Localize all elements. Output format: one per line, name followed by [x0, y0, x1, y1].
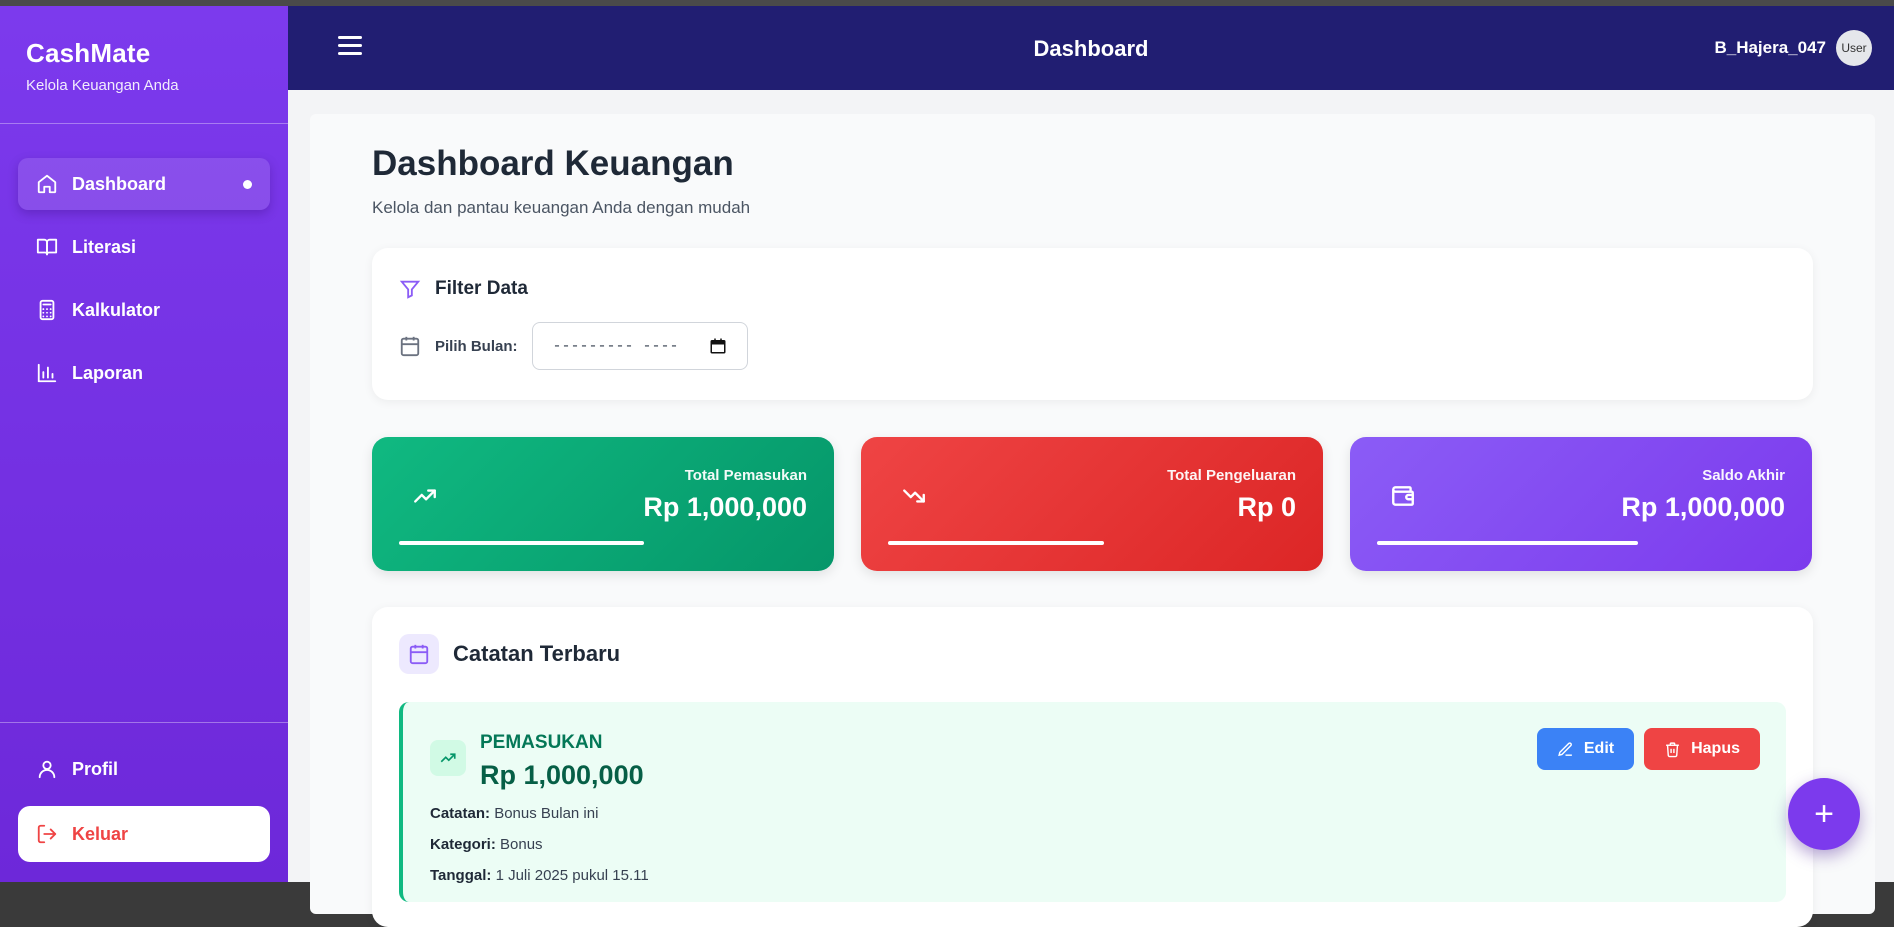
- stat-progress-bar: [399, 541, 644, 545]
- main-area: Dashboard B_Hajera_047 User Dashboard Ke…: [288, 6, 1894, 927]
- filter-icon: [399, 280, 421, 299]
- sidebar-item-label: Profil: [72, 758, 119, 779]
- record-category: Bonus: [500, 836, 543, 853]
- dashboard-content: Dashboard Keuangan Kelola dan pantau keu…: [310, 114, 1875, 927]
- record-item: PEMASUKAN Rp 1,000,000 Catatan: Bonus Bu…: [399, 702, 1786, 902]
- sidebar-item-label: Literasi: [72, 236, 137, 257]
- sidebar-item-literasi[interactable]: Literasi: [18, 221, 270, 273]
- user-menu[interactable]: B_Hajera_047 User: [1714, 30, 1872, 66]
- page-title: Dashboard Keuangan: [372, 144, 734, 183]
- stat-label: Saldo Akhir: [1702, 467, 1785, 484]
- filter-header: Filter Data: [399, 278, 1786, 300]
- trending-down-icon: [901, 483, 927, 509]
- trash-icon: [1666, 741, 1679, 757]
- calendar-icon: [400, 336, 420, 357]
- sidebar-item-laporan[interactable]: Laporan: [18, 347, 270, 399]
- sidebar-bottom: Profil Keluar: [0, 722, 288, 882]
- stat-label: Total Pemasukan: [684, 467, 807, 484]
- record-type: PEMASUKAN: [480, 732, 603, 753]
- sidebar-item-profil[interactable]: Profil: [18, 743, 270, 795]
- records-header: Catatan Terbaru: [399, 634, 1786, 674]
- add-record-button[interactable]: +: [1788, 778, 1860, 850]
- month-label: Pilih Bulan:: [435, 337, 518, 355]
- trending-up-icon: [430, 740, 466, 776]
- record-actions: Edit Hapus: [1536, 728, 1760, 770]
- stat-progress-bar: [1377, 541, 1638, 545]
- book-icon: [36, 238, 58, 256]
- record-category-label: Kategori:: [430, 836, 496, 853]
- sidebar-item-kalkulator[interactable]: Kalkulator: [18, 284, 270, 336]
- brand: CashMate Kelola Keuangan Anda: [0, 6, 288, 124]
- filter-title: Filter Data: [435, 278, 528, 299]
- app-root: CashMate Kelola Keuangan Anda Dashboard …: [0, 6, 1894, 927]
- top-header: Dashboard B_Hajera_047 User: [288, 6, 1894, 90]
- calendar-icon: [399, 634, 439, 674]
- wallet-icon: [1390, 483, 1416, 509]
- avatar[interactable]: User: [1836, 30, 1872, 66]
- stat-card-expense: Total Pengeluaran Rp 0: [861, 437, 1323, 571]
- sidebar-item-label: Dashboard: [72, 173, 167, 194]
- calculator-icon: [39, 299, 55, 321]
- month-picker-input[interactable]: --------- ----: [531, 322, 748, 370]
- stat-label: Total Pengeluaran: [1167, 467, 1296, 484]
- stat-progress-bar: [888, 541, 1104, 545]
- sidebar-item-dashboard[interactable]: Dashboard: [18, 158, 270, 210]
- header-title: Dashboard: [1033, 36, 1149, 61]
- edit-button[interactable]: Edit: [1536, 728, 1635, 770]
- stat-card-balance: Saldo Akhir Rp 1,000,000: [1350, 437, 1812, 571]
- sidebar-item-label: Laporan: [72, 362, 144, 383]
- calendar-picker-icon[interactable]: [709, 337, 727, 355]
- bar-chart-icon: [37, 363, 57, 383]
- recent-records-card: Catatan Terbaru PEMASUKAN Rp 1,000,000 C…: [372, 607, 1813, 927]
- logout-button[interactable]: Keluar: [18, 806, 270, 862]
- month-input-value: --------- ----: [552, 337, 679, 355]
- brand-subtitle: Kelola Keuangan Anda: [26, 77, 179, 94]
- record-date: 1 Juli 2025 pukul 15.11: [495, 867, 649, 884]
- stat-value: Rp 1,000,000: [643, 492, 807, 522]
- user-icon: [38, 760, 56, 779]
- records-title: Catatan Terbaru: [453, 641, 621, 666]
- record-amount: Rp 1,000,000: [480, 760, 644, 790]
- sidebar-item-label: Kalkulator: [72, 299, 161, 320]
- sidebar: CashMate Kelola Keuangan Anda Dashboard …: [0, 6, 288, 882]
- stat-value: Rp 0: [1237, 492, 1296, 522]
- username: B_Hajera_047: [1714, 38, 1826, 57]
- record-note-label: Catatan:: [430, 805, 491, 822]
- pencil-icon: [1558, 741, 1572, 756]
- home-icon: [37, 174, 57, 194]
- stat-card-income: Total Pemasukan Rp 1,000,000: [372, 437, 834, 571]
- record-category-line: Kategori: Bonus: [430, 836, 1759, 853]
- record-date-label: Tanggal:: [430, 867, 492, 884]
- stat-value: Rp 1,000,000: [1621, 492, 1785, 522]
- delete-button[interactable]: Hapus: [1644, 728, 1760, 770]
- stats-row: Total Pemasukan Rp 1,000,000 Total Penge…: [372, 437, 1813, 571]
- record-note-line: Catatan: Bonus Bulan ini: [430, 805, 1759, 822]
- filter-card: Filter Data Pilih Bulan: --------- ----: [372, 248, 1813, 400]
- logout-label: Keluar: [72, 823, 129, 844]
- record-date-line: Tanggal: 1 Juli 2025 pukul 15.11: [430, 867, 1759, 884]
- sidebar-nav: Dashboard Literasi Kalkulator Laporan: [0, 124, 288, 399]
- trending-up-icon: [412, 483, 438, 509]
- brand-title: CashMate: [26, 38, 151, 68]
- logout-icon: [37, 824, 57, 844]
- active-indicator-dot: [243, 180, 252, 189]
- filter-row: Pilih Bulan: --------- ----: [399, 322, 1786, 370]
- edit-label: Edit: [1583, 740, 1615, 757]
- record-note: Bonus Bulan ini: [494, 805, 599, 822]
- page-subtitle: Kelola dan pantau keuangan Anda dengan m…: [372, 198, 751, 217]
- delete-label: Hapus: [1691, 740, 1740, 757]
